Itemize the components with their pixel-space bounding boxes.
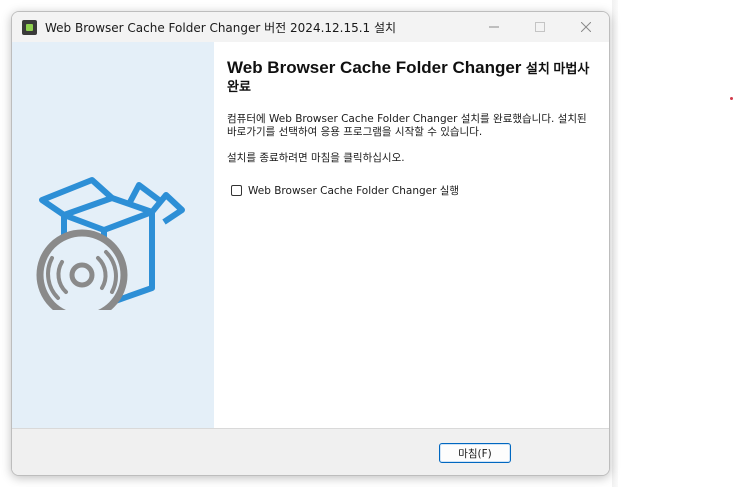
close-icon	[581, 22, 591, 32]
backdrop-edge	[612, 0, 618, 487]
installer-app-icon	[22, 19, 37, 35]
close-button[interactable]	[563, 12, 609, 42]
wizard-sidebar	[12, 42, 214, 428]
window-title: Web Browser Cache Folder Changer 버전 2024…	[45, 20, 397, 35]
window-controls	[471, 12, 609, 42]
page-title: Web Browser Cache Folder Changer 설치 마법사 …	[227, 59, 597, 96]
maximize-button	[517, 12, 563, 42]
title-bar[interactable]: Web Browser Cache Folder Changer 버전 2024…	[12, 12, 609, 42]
completion-message: 컴퓨터에 Web Browser Cache Folder Changer 설치…	[227, 113, 587, 138]
minimize-button[interactable]	[471, 12, 517, 42]
heading-main: Web Browser Cache Folder Changer	[227, 58, 522, 77]
maximize-icon	[535, 22, 545, 32]
software-box-with-disc-icon	[36, 177, 185, 310]
background-dot	[730, 97, 733, 100]
run-app-checkbox[interactable]	[231, 185, 242, 196]
run-app-label: Web Browser Cache Folder Changer 실행	[248, 185, 460, 197]
installer-window: Web Browser Cache Folder Changer 버전 2024…	[11, 11, 610, 476]
finish-button[interactable]: 마침(F)	[439, 443, 511, 463]
run-app-option[interactable]: Web Browser Cache Folder Changer 실행	[231, 183, 459, 198]
finish-instruction: 설치를 종료하려면 마침을 클릭하십시오.	[227, 152, 405, 164]
minimize-icon	[489, 26, 499, 28]
wizard-footer: 마침(F)	[12, 428, 609, 475]
wizard-content: Web Browser Cache Folder Changer 설치 마법사 …	[214, 42, 609, 428]
